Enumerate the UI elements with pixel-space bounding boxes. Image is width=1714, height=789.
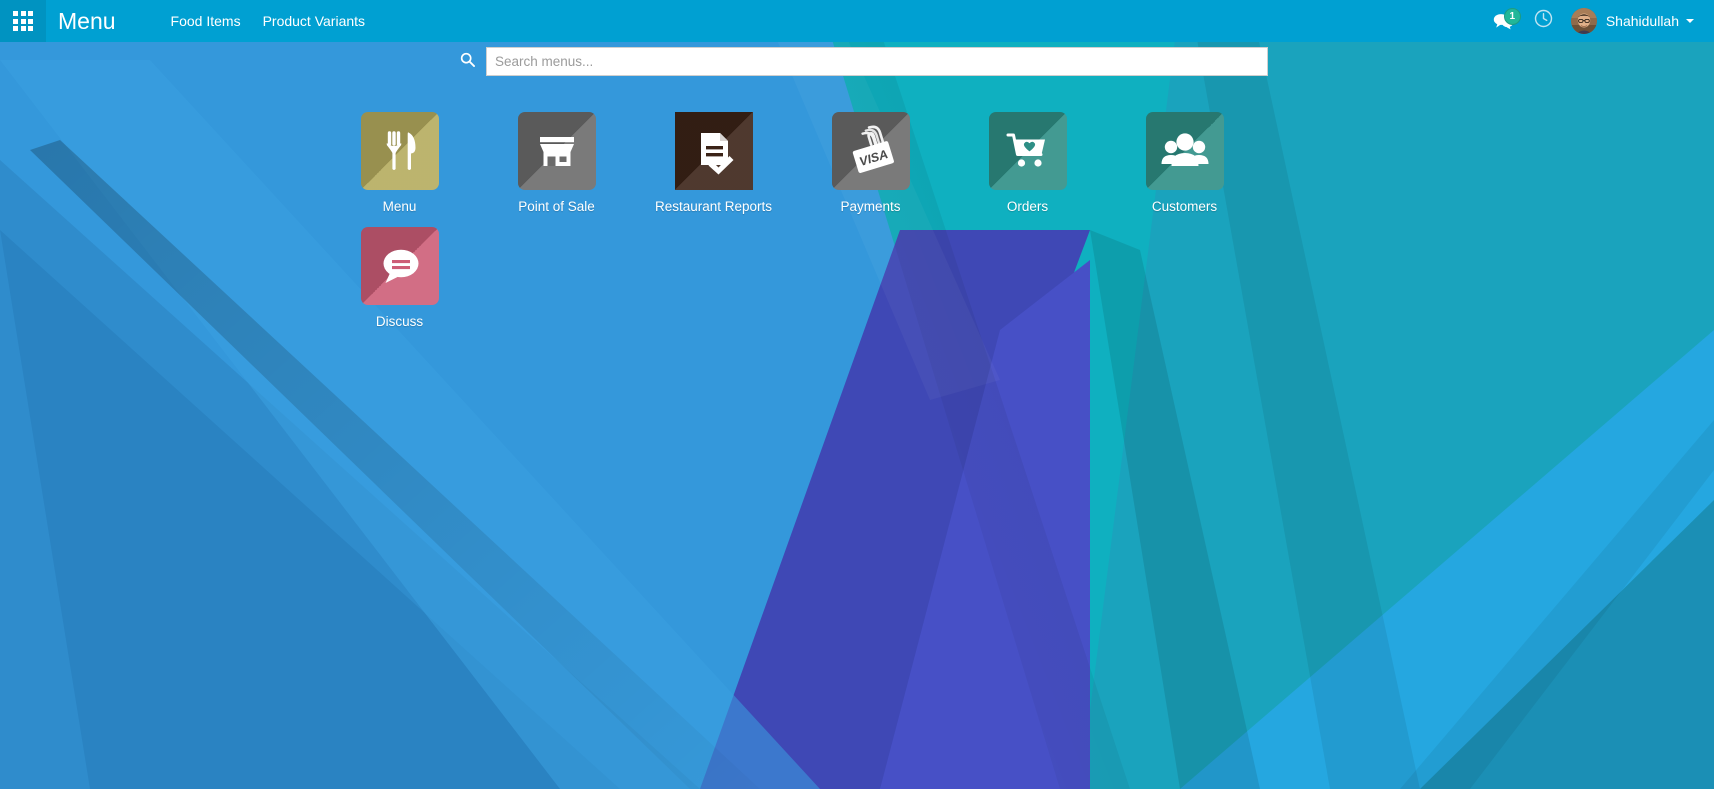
navbar-menu: Food Items Product Variants <box>160 0 377 42</box>
nav-item-product-variants[interactable]: Product Variants <box>252 0 376 42</box>
clock-icon <box>1534 9 1553 33</box>
app-tile-menu <box>360 112 439 190</box>
fork-knife-icon <box>386 131 415 170</box>
app-restaurant-reports[interactable]: Restaurant Reports <box>635 112 792 215</box>
people-group-icon <box>1161 133 1208 166</box>
app-payments[interactable]: VISA Payments <box>792 112 949 215</box>
app-orders[interactable]: Orders <box>949 112 1106 215</box>
app-grid: Menu Point of Sale Restaurant Reports VI… <box>321 112 1321 342</box>
apps-grid-button[interactable] <box>0 0 46 42</box>
apps-grid-icon <box>13 11 33 31</box>
app-tile-restaurant-reports <box>674 112 753 190</box>
navbar-right-group: 1 Shahidullah <box>1483 0 1714 42</box>
search-icon <box>460 52 475 72</box>
app-label-payments: Payments <box>840 199 901 214</box>
shopping-cart-heart-icon <box>1006 133 1045 167</box>
speech-bubble-icon <box>383 249 418 284</box>
search-row <box>0 47 1714 76</box>
storefront-icon <box>539 137 574 166</box>
app-tile-discuss <box>360 227 439 306</box>
app-point-of-sale[interactable]: Point of Sale <box>478 112 635 215</box>
messages-button[interactable]: 1 <box>1483 0 1524 42</box>
app-label-restaurant-reports: Restaurant Reports <box>654 199 773 214</box>
app-label-discuss: Discuss <box>375 314 424 330</box>
nav-item-food-items[interactable]: Food Items <box>160 0 252 42</box>
page-title: Menu <box>58 8 116 34</box>
search-container <box>460 47 1268 76</box>
app-label-point-of-sale: Point of Sale <box>518 199 595 214</box>
document-check-icon <box>700 133 733 175</box>
app-label-menu: Menu <box>382 199 417 214</box>
app-tile-payments: VISA <box>831 112 910 190</box>
app-customers[interactable]: Customers <box>1106 112 1263 215</box>
top-navbar: Menu Food Items Product Variants 1 Shahi… <box>0 0 1714 42</box>
user-menu[interactable]: Shahidullah <box>1563 0 1700 42</box>
chat-bubbles-icon: 1 <box>1493 7 1521 30</box>
chevron-down-icon <box>1686 19 1694 23</box>
desktop: Menu Food Items Product Variants 1 Shahi… <box>0 0 1714 789</box>
app-menu[interactable]: Menu <box>321 112 478 215</box>
app-tile-point-of-sale <box>517 112 596 190</box>
activity-button[interactable] <box>1524 0 1563 42</box>
search-input[interactable] <box>486 47 1268 76</box>
user-name: Shahidullah <box>1605 13 1679 29</box>
app-label-orders: Orders <box>1006 199 1049 214</box>
app-tile-orders <box>988 112 1067 190</box>
visa-card-icon: VISA <box>852 125 894 173</box>
app-discuss[interactable]: Discuss <box>321 227 478 330</box>
app-tile-customers <box>1145 112 1224 190</box>
avatar <box>1570 8 1597 34</box>
messages-badge: 1 <box>1503 7 1521 25</box>
app-label-customers: Customers <box>1151 199 1218 214</box>
